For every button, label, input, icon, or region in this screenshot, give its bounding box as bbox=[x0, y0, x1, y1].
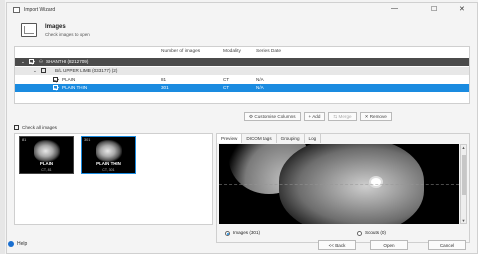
images-icon bbox=[21, 23, 37, 37]
ct-thumbnail-image bbox=[96, 140, 122, 162]
scroll-up-icon[interactable]: ▲ bbox=[461, 145, 466, 150]
help-label: Help bbox=[17, 241, 28, 247]
tree-row-series[interactable]: PLAIN 81 CT N/A bbox=[15, 76, 469, 84]
wizard-header: Images Check images to open bbox=[7, 16, 477, 44]
thumbnail-panel: 81 PLAIN CT, 81 301 PLAIN THIN CT, 301 bbox=[14, 133, 213, 225]
open-button[interactable]: Open bbox=[370, 240, 408, 250]
scouts-radio[interactable]: Scouts (0) bbox=[357, 230, 386, 236]
customise-columns-label: Customise Columns bbox=[254, 114, 296, 119]
study-label: B/L UPPER LIMB (033177) (2) bbox=[55, 68, 118, 73]
wizard-footer: Help << Back Open Cancel bbox=[0, 239, 472, 252]
tab-dicom-tags[interactable]: DICOM tags bbox=[242, 134, 277, 143]
thumbnail-sublabel: CT, 301 bbox=[102, 168, 115, 172]
customise-columns-button[interactable]: ⚙ Customise Columns bbox=[244, 112, 301, 121]
column-header-modality[interactable]: Modality bbox=[223, 47, 241, 57]
close-button[interactable]: ✕ bbox=[459, 5, 465, 13]
title-bar: Import Wizard — ☐ ✕ bbox=[7, 3, 477, 16]
patient-checkbox[interactable] bbox=[29, 59, 34, 65]
series-checkbox[interactable] bbox=[53, 77, 58, 83]
back-button[interactable]: << Back bbox=[318, 240, 356, 250]
images-radio-dot bbox=[225, 230, 230, 236]
collapse-chevron-icon[interactable]: ⌄ bbox=[21, 58, 25, 66]
preview-radio-group: Images (301) Scouts (0) bbox=[221, 227, 467, 239]
series-tree[interactable]: Number of images Modality Series Date ⌄ … bbox=[14, 46, 470, 104]
remove-label: Remove bbox=[369, 114, 387, 119]
merge-label: Merge bbox=[338, 114, 352, 119]
scroll-thumb[interactable] bbox=[462, 155, 466, 195]
ct-crosshair-line bbox=[219, 184, 459, 185]
series-label: PLAIN bbox=[62, 77, 76, 82]
merge-button[interactable]: ⇆ Merge bbox=[328, 112, 357, 121]
scouts-radio-dot bbox=[357, 230, 362, 236]
tree-row-patient[interactable]: ⌄ ⚇ SHANTHI (8212709) bbox=[15, 58, 469, 66]
patient-label: SHANTHI (8212709) bbox=[46, 59, 89, 64]
ct-bone-region bbox=[369, 176, 383, 188]
window-title: Import Wizard bbox=[24, 6, 56, 13]
tab-log[interactable]: Log bbox=[304, 134, 322, 143]
series-label: PLAIN THIN bbox=[62, 85, 88, 90]
help-icon bbox=[8, 241, 14, 247]
images-radio[interactable]: Images (301) bbox=[225, 230, 261, 236]
thumbnail-count: 81 bbox=[22, 138, 27, 142]
collapse-chevron-icon[interactable]: ⌄ bbox=[33, 67, 37, 75]
series-toolbar: ⚙ Customise Columns + Add ⇆ Merge ✕ Remo… bbox=[244, 112, 392, 121]
series-image-count: 301 bbox=[161, 85, 169, 90]
person-icon: ⚇ bbox=[39, 59, 44, 64]
preview-scrollbar[interactable]: ▲ ▼ bbox=[460, 144, 467, 224]
study-checkbox[interactable] bbox=[41, 68, 46, 74]
minimize-button[interactable]: — bbox=[391, 5, 398, 12]
thumbnail-label: PLAIN bbox=[39, 161, 54, 166]
header-title: Images bbox=[45, 23, 66, 30]
preview-tabs: Preview DICOM tags Grouping Log bbox=[217, 134, 469, 143]
tab-preview[interactable]: Preview bbox=[217, 134, 243, 143]
desktop-edge bbox=[0, 0, 5, 254]
tree-row-series-selected[interactable]: PLAIN THIN 301 CT N/A bbox=[15, 84, 469, 92]
maximize-button[interactable]: ☐ bbox=[431, 5, 437, 13]
tab-grouping[interactable]: Grouping bbox=[276, 134, 305, 143]
scouts-radio-label: Scouts (0) bbox=[365, 230, 386, 236]
thumbnail-count: 301 bbox=[84, 138, 91, 142]
thumbnail-sublabel: CT, 81 bbox=[41, 168, 52, 172]
check-all-images[interactable]: Check all images bbox=[14, 125, 57, 131]
scroll-down-icon[interactable]: ▼ bbox=[461, 218, 466, 223]
cancel-button[interactable]: Cancel bbox=[428, 240, 466, 250]
thumbnail-label: PLAIN THIN bbox=[96, 161, 121, 166]
column-header-series-date[interactable]: Series Date bbox=[256, 47, 281, 57]
series-modality: CT bbox=[223, 85, 230, 90]
series-checkbox[interactable] bbox=[53, 85, 58, 91]
series-date: N/A bbox=[256, 85, 264, 90]
tree-row-study[interactable]: ⌄ B/L UPPER LIMB (033177) (2) bbox=[15, 67, 469, 75]
series-image-count: 81 bbox=[161, 77, 167, 82]
remove-button[interactable]: ✕ Remove bbox=[359, 112, 392, 121]
help-link[interactable]: Help bbox=[8, 241, 27, 247]
images-radio-label: Images (301) bbox=[233, 230, 261, 236]
add-button[interactable]: + Add bbox=[303, 112, 326, 121]
header-subtitle: Check images to open bbox=[45, 31, 90, 37]
ct-thumbnail-image bbox=[34, 140, 60, 162]
window-icon bbox=[13, 6, 20, 13]
preview-panel: Preview DICOM tags Grouping Log ▲ ▼ Imag… bbox=[216, 133, 470, 243]
ct-preview-image[interactable] bbox=[219, 144, 459, 224]
series-thumbnail-selected[interactable]: 301 PLAIN THIN CT, 301 bbox=[81, 136, 136, 174]
column-header-number-of-images[interactable]: Number of images bbox=[161, 47, 200, 57]
series-date: N/A bbox=[256, 77, 264, 82]
check-all-checkbox[interactable] bbox=[14, 125, 19, 131]
series-thumbnail[interactable]: 81 PLAIN CT, 81 bbox=[19, 136, 74, 174]
check-all-label: Check all images bbox=[22, 125, 57, 130]
series-modality: CT bbox=[223, 77, 230, 82]
